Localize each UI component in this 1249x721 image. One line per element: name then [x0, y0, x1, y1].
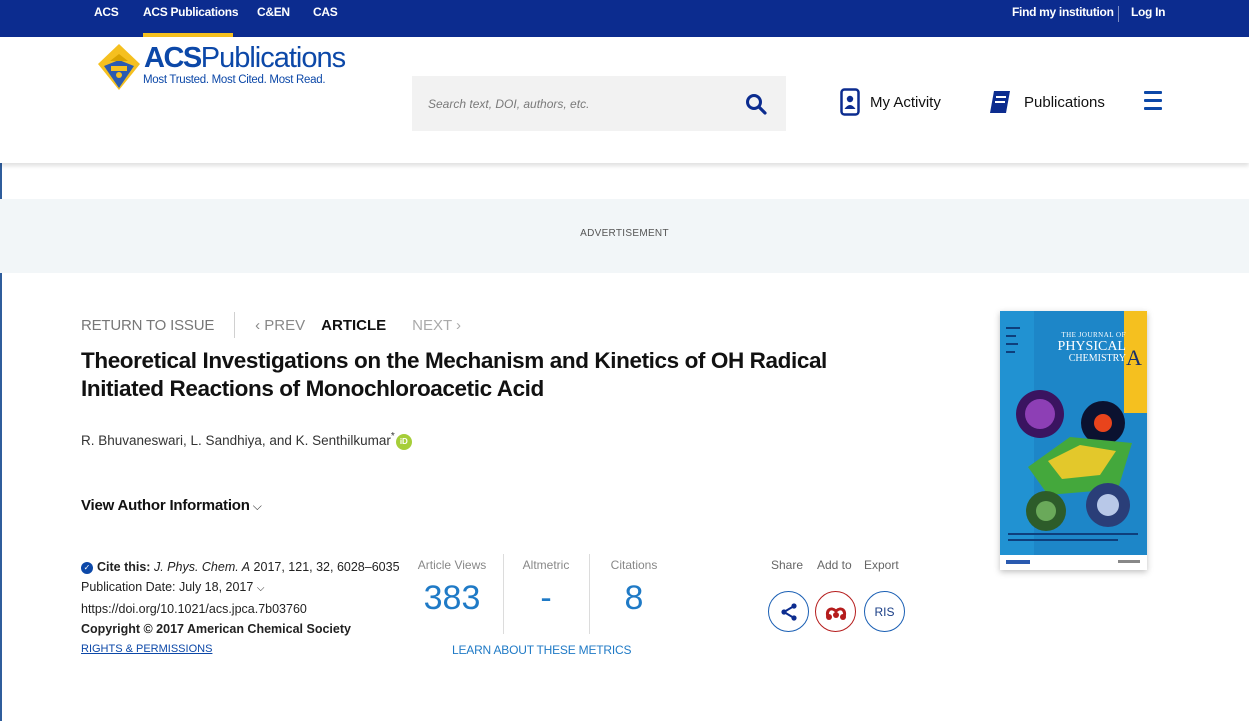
corresponding-author-star: * [390, 430, 395, 442]
cite-details: 2017, 121, 32, 6028–6035 [253, 560, 400, 574]
hamburger-menu-icon[interactable] [1144, 91, 1162, 111]
journal-cover-image[interactable]: THE JOURNAL OF PHYSICAL CHEMISTRY A [1000, 311, 1147, 570]
share-button[interactable] [768, 591, 809, 632]
share-icon [780, 602, 797, 621]
pubdate-chevron-icon: ⌵ [256, 583, 265, 594]
add-to-label: Add to [817, 558, 852, 572]
citations-metric[interactable]: Citations 8 [604, 558, 664, 618]
return-to-issue-link[interactable]: RETURN TO ISSUE [81, 317, 214, 334]
orcid-icon[interactable]: iD [395, 434, 412, 450]
cite-this-line: ✓ Cite this: J. Phys. Chem. A 2017, 121, … [81, 557, 401, 577]
metric-divider [503, 554, 504, 634]
top-bar: ACS ACS Publications C&EN CAS Find my in… [0, 0, 1249, 37]
cover-journal-name: THE JOURNAL OF PHYSICAL CHEMISTRY [1057, 331, 1126, 364]
article-title: Theoretical Investigations on the Mechan… [81, 348, 827, 401]
author-list: R. Bhuvaneswari, L. Sandhiya, and K. Sen… [81, 430, 412, 450]
publications-label: Publications [1024, 93, 1105, 111]
view-author-information-toggle[interactable]: View Author Information ⌵ [81, 497, 262, 514]
prev-article-link[interactable]: ‹ PREV [255, 317, 305, 334]
my-activity-button[interactable]: My Activity [840, 86, 941, 118]
article-nav-divider [234, 312, 236, 338]
altmetric-metric[interactable]: Altmetric - [516, 558, 576, 618]
next-article-link[interactable]: NEXT › [412, 317, 461, 334]
topnav-acs-publications[interactable]: ACS Publications [143, 0, 239, 37]
cover-section-letter: A [1126, 345, 1142, 370]
learn-about-metrics-link[interactable]: LEARN ABOUT THESE METRICS [452, 643, 631, 657]
acs-hexagon-logo-icon [98, 44, 140, 90]
view-author-label: View Author Information [81, 497, 250, 514]
authors-text[interactable]: R. Bhuvaneswari, L. Sandhiya, and K. Sen… [81, 433, 391, 448]
citation-block: ✓ Cite this: J. Phys. Chem. A 2017, 121, … [81, 557, 401, 659]
article-views-metric: Article Views 383 [414, 558, 490, 618]
find-institution-link[interactable]: Find my institution [1012, 0, 1114, 37]
current-article-label: ARTICLE [321, 316, 387, 334]
cite-this-label[interactable]: Cite this: [97, 560, 150, 574]
topnav-cas[interactable]: CAS [313, 0, 338, 37]
chevron-down-icon: ⌵ [252, 499, 262, 513]
share-label: Share [771, 558, 804, 572]
rights-permissions-link[interactable]: RIGHTS & PERMISSIONS [81, 639, 401, 659]
topbar-separator [1118, 6, 1119, 22]
logo-tagline: Most Trusted. Most Cited. Most Read. [143, 74, 326, 86]
logo-wordmark: ACSPublications [144, 42, 346, 74]
search-icon[interactable] [744, 92, 768, 116]
metric-divider [589, 554, 590, 634]
publication-date: Publication Date: July 18, 2017 [81, 580, 254, 594]
acs-publications-logo[interactable]: ACSPublications Most Trusted. Most Cited… [96, 42, 346, 102]
add-to-mendeley-button[interactable] [815, 591, 856, 632]
export-ris-button[interactable]: RIS [864, 591, 905, 632]
search-input[interactable] [412, 76, 742, 131]
topnav-acs[interactable]: ACS [94, 0, 119, 37]
my-activity-icon [840, 88, 860, 116]
export-label: Export [864, 558, 899, 572]
ris-label: RIS [874, 604, 895, 619]
article-views-label: Article Views [417, 558, 487, 572]
article-navigation: RETURN TO ISSUE ‹ PREV ARTICLE NEXT › [81, 312, 461, 338]
cite-journal: J. Phys. Chem. A [153, 560, 251, 574]
advertisement-band: ADVERTISEMENT [0, 199, 1249, 273]
article-views-value: 383 [423, 579, 481, 617]
altmetric-label: Altmetric [522, 558, 570, 572]
topnav-cen[interactable]: C&EN [257, 0, 290, 37]
citations-value: 8 [624, 579, 644, 617]
my-activity-label: My Activity [870, 93, 941, 111]
citations-label: Citations [610, 558, 658, 572]
copyright-text: Copyright © 2017 American Chemical Socie… [81, 622, 351, 636]
check-circle-icon: ✓ [81, 562, 93, 574]
doi-link[interactable]: https://doi.org/10.1021/acs.jpca.7b03760 [81, 599, 401, 619]
advertisement-label: ADVERTISEMENT [580, 228, 669, 239]
book-icon [990, 91, 1010, 113]
search-box [412, 76, 786, 131]
mendeley-icon [825, 606, 846, 620]
altmetric-value: - [540, 579, 552, 617]
publications-button[interactable]: Publications [986, 86, 1105, 118]
login-link[interactable]: Log In [1131, 0, 1166, 37]
publication-date-toggle[interactable]: Publication Date: July 18, 2017 ⌵ [81, 577, 401, 599]
